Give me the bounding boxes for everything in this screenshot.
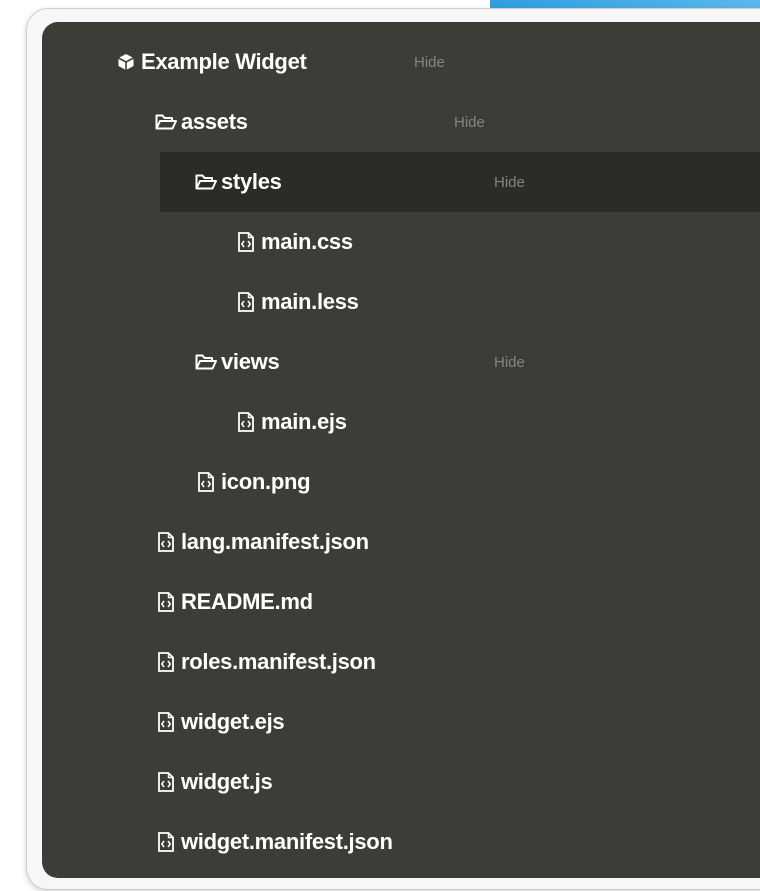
cube-icon (115, 51, 137, 73)
tree-item-label: widget.ejs (181, 709, 285, 734)
tree-row-icon-png[interactable]: icon.png (42, 452, 760, 512)
tree-row-example-widget[interactable]: Example Widget Hide (42, 32, 760, 92)
tree-row-readme[interactable]: README.md (42, 572, 760, 632)
tree-row-main-less[interactable]: main.less (42, 272, 760, 332)
tree-item-label: views (221, 349, 280, 374)
file-code-icon (155, 531, 177, 553)
tree-item-label: icon.png (221, 469, 311, 494)
hide-link[interactable]: Hide (494, 354, 525, 371)
tree-item-label: main.less (261, 289, 359, 314)
file-code-icon (155, 771, 177, 793)
tree-item-label: styles (221, 169, 282, 194)
tree-row-main-css[interactable]: main.css (42, 212, 760, 272)
tree-item-label: README.md (181, 589, 313, 614)
tree-row-main-ejs[interactable]: main.ejs (42, 392, 760, 452)
file-code-icon (235, 231, 257, 253)
tree-row-roles-manifest[interactable]: roles.manifest.json (42, 632, 760, 692)
file-code-icon (235, 291, 257, 313)
tree-row-styles[interactable]: styles Hide (160, 152, 760, 212)
tree-item-label: widget.js (181, 769, 273, 794)
tree-item-label: main.ejs (261, 409, 347, 434)
tree-row-widget-js[interactable]: widget.js (42, 752, 760, 812)
folder-open-icon (195, 171, 217, 193)
file-code-icon (155, 651, 177, 673)
tree-item-label: roles.manifest.json (181, 649, 376, 674)
tree-row-widget-manifest[interactable]: widget.manifest.json (42, 812, 760, 872)
tree-row-views[interactable]: views Hide (42, 332, 760, 392)
folder-open-icon (155, 111, 177, 133)
file-code-icon (195, 471, 217, 493)
tree-item-label: lang.manifest.json (181, 529, 369, 554)
hide-link[interactable]: Hide (454, 114, 485, 131)
hide-link[interactable]: Hide (494, 174, 525, 191)
folder-open-icon (195, 351, 217, 373)
tree-item-label: main.css (261, 229, 353, 254)
tree-row-widget-ejs[interactable]: widget.ejs (42, 692, 760, 752)
hide-link[interactable]: Hide (414, 54, 445, 71)
tree-item-label: Example Widget (141, 49, 307, 74)
tree-row-lang-manifest[interactable]: lang.manifest.json (42, 512, 760, 572)
file-code-icon (155, 831, 177, 853)
file-code-icon (235, 411, 257, 433)
file-tree-panel: Example Widget Hide assets Hide styles H… (42, 22, 760, 878)
tree-row-assets[interactable]: assets Hide (42, 92, 760, 152)
file-code-icon (155, 711, 177, 733)
tree-item-label: widget.manifest.json (181, 829, 393, 854)
file-code-icon (155, 591, 177, 613)
tree-item-label: assets (181, 109, 248, 134)
